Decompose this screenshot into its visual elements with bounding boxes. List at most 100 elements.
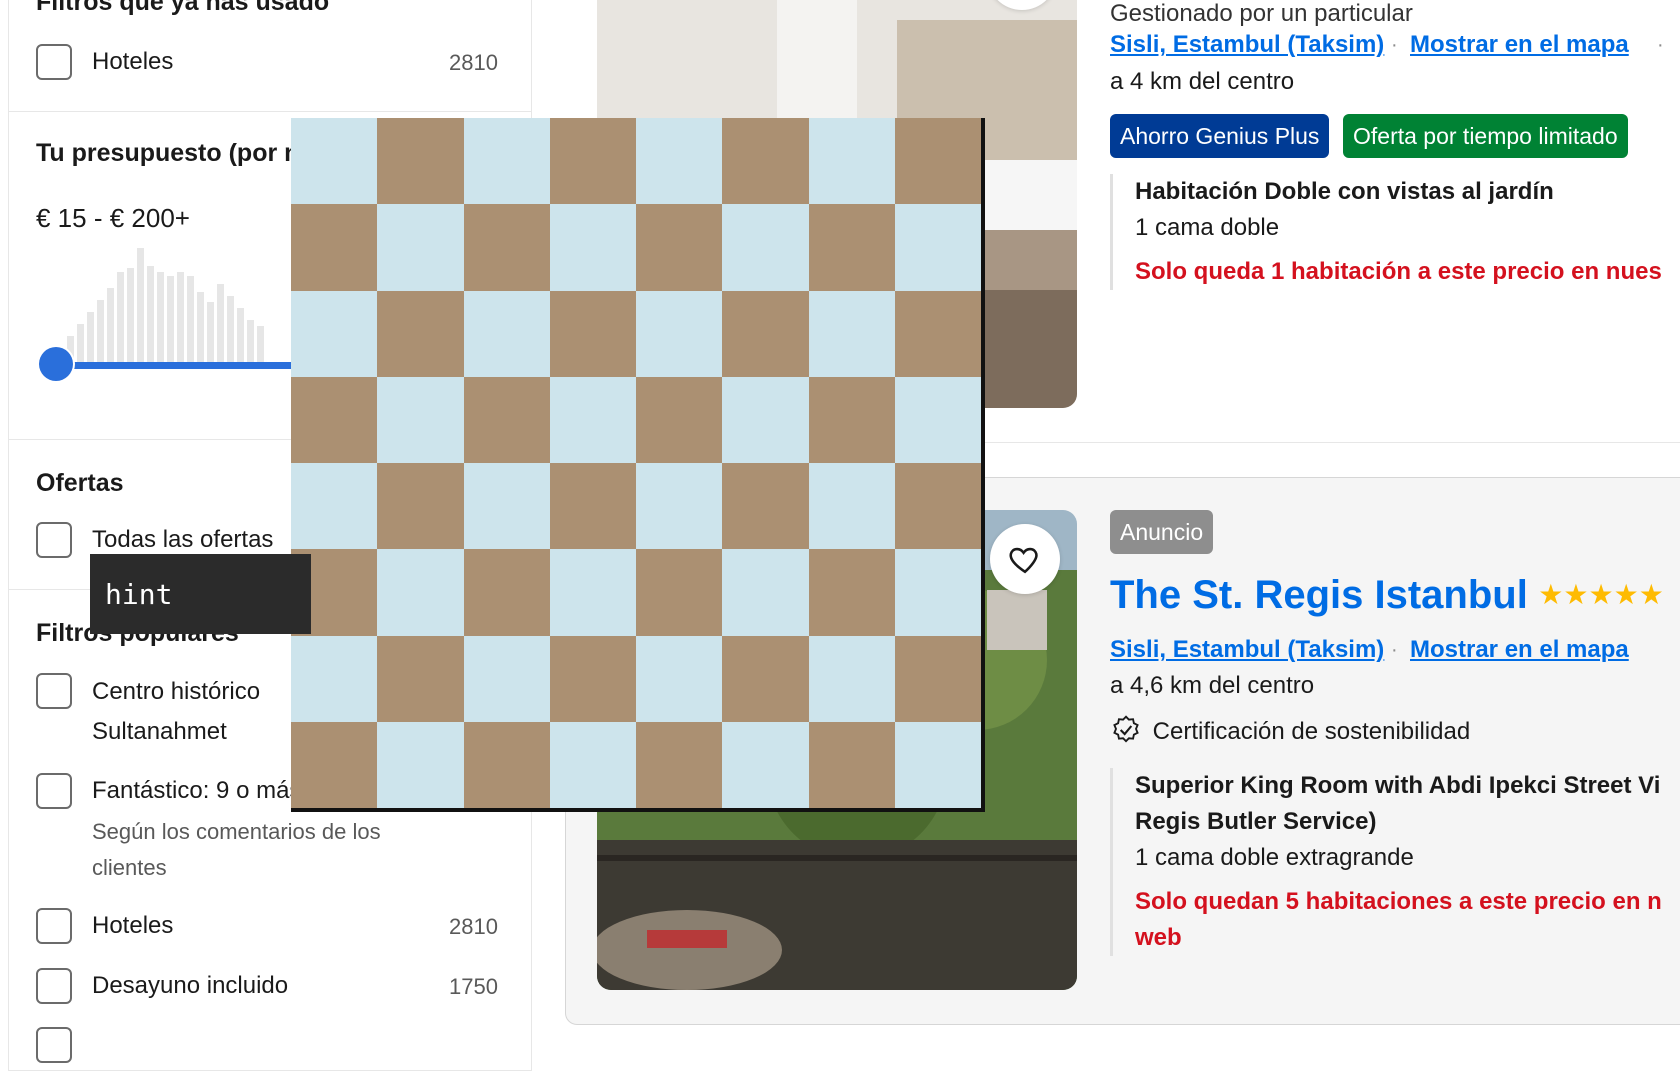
checker-cell (894, 204, 981, 291)
heart-icon (1009, 547, 1038, 574)
favorite-heart-button[interactable] (990, 524, 1060, 594)
histogram-bar (247, 320, 254, 362)
location-link[interactable]: Sisli, Estambul (Taksim) (1110, 636, 1384, 664)
checker-cell (808, 635, 895, 722)
checker-cell (808, 118, 895, 205)
room-title: Superior King Room with Abdi Ipekci Stre… (1135, 772, 1661, 799)
room-info: Superior King Room with Abdi Ipekci Stre… (1110, 768, 1662, 956)
filter-checkbox-all-offers[interactable] (36, 522, 72, 558)
histogram-bar (77, 324, 84, 362)
filter-checkbox-next[interactable] (36, 1027, 72, 1063)
distance-text: a 4 km del centro (1110, 68, 1295, 95)
separator-dot: · (1391, 34, 1398, 56)
used-filters-heading: Filtros que ya has usado (36, 0, 330, 16)
checker-cell (636, 290, 723, 377)
checker-cell (377, 376, 464, 463)
histogram-bar (227, 296, 234, 362)
checker-cell (636, 376, 723, 463)
checker-cell (377, 549, 464, 636)
histogram-bar (257, 326, 264, 362)
histogram-bar (97, 300, 104, 362)
checker-cell (291, 118, 378, 205)
checker-cell (894, 290, 981, 377)
separator-dot: · (1657, 34, 1664, 56)
used-filters-section: Filtros que ya has usado Hoteles 2810 (9, 0, 531, 112)
checker-cell (894, 376, 981, 463)
property-name-row: The St. Regis Istanbul ★★★★★ (1110, 573, 1664, 618)
histogram-bar (127, 268, 134, 362)
filter-count: 2810 (449, 50, 498, 75)
checker-cell (291, 463, 378, 550)
histogram-bar (87, 312, 94, 362)
checker-cell (549, 118, 636, 205)
checker-cell (291, 290, 378, 377)
checker-cell (894, 463, 981, 550)
show-on-map-link[interactable]: Mostrar en el mapa (1410, 636, 1629, 664)
histogram-bar (217, 284, 224, 362)
checker-cell (377, 290, 464, 377)
ad-label: Anuncio (1110, 510, 1214, 554)
checker-cell (549, 549, 636, 636)
filter-label: Desayuno incluido (92, 972, 289, 999)
checker-cell (549, 721, 636, 808)
filter-label: Hoteles (92, 48, 174, 75)
distance-text: a 4,6 km del centro (1110, 672, 1315, 699)
filter-checkbox-hoteles[interactable] (36, 908, 72, 944)
checker-cell (894, 549, 981, 636)
sustainability-badge-icon (1113, 715, 1139, 743)
filter-checkbox-hoteles-used[interactable] (36, 44, 72, 80)
checker-cell (463, 118, 550, 205)
checker-cell (549, 290, 636, 377)
property-name-link[interactable]: The St. Regis Istanbul (1110, 573, 1528, 617)
room-info: Habitación Doble con vistas al jardín 1 … (1110, 174, 1662, 290)
room-title: Habitación Doble con vistas al jardín (1135, 178, 1554, 205)
filter-checkbox-fantastic-9[interactable] (36, 773, 72, 809)
checker-cell (894, 118, 981, 205)
checker-cell (894, 721, 981, 808)
checker-cell (722, 549, 809, 636)
show-on-map-link[interactable]: Mostrar en el mapa (1410, 31, 1629, 59)
filter-label-line2: Sultanahmet (92, 718, 227, 745)
checker-cell (377, 721, 464, 808)
checker-cell (549, 463, 636, 550)
histogram-bar (237, 308, 244, 362)
checker-cell (377, 635, 464, 722)
checker-cell (291, 376, 378, 463)
checker-cell (291, 635, 378, 722)
checker-cell (463, 549, 550, 636)
checker-cell (894, 635, 981, 722)
checker-cell (377, 118, 464, 205)
checker-cell (463, 721, 550, 808)
histogram-bar (207, 302, 214, 362)
limited-offer-badge: Oferta por tiempo limitado (1343, 114, 1628, 158)
filter-description: Según los comentarios de los clientes (92, 819, 381, 880)
scarcity-message: Solo queda 1 habitación a este precio en… (1135, 258, 1662, 285)
checker-cell (549, 204, 636, 291)
location-link[interactable]: Sisli, Estambul (Taksim) (1110, 31, 1384, 59)
filter-count: 2810 (449, 914, 498, 939)
checker-cell (808, 721, 895, 808)
sustainability-row: Certificación de sostenibilidad (1110, 714, 1470, 746)
checker-cell (549, 376, 636, 463)
checker-cell (463, 290, 550, 377)
checker-cell (636, 118, 723, 205)
hint-tooltip: hint (90, 554, 311, 634)
genius-badge: Ahorro Genius Plus (1110, 114, 1330, 158)
checker-cell (808, 376, 895, 463)
checker-cell (636, 463, 723, 550)
filter-label: Hoteles (92, 912, 174, 939)
checker-cell (291, 204, 378, 291)
managed-by-text: Gestionado por un particular (1110, 0, 1413, 27)
histogram-bar (177, 272, 184, 362)
checker-cell (722, 376, 809, 463)
room-bed: 1 cama doble (1135, 214, 1280, 241)
room-bed: 1 cama doble extragrande (1135, 844, 1414, 871)
checker-cell (808, 204, 895, 291)
checker-cell (722, 463, 809, 550)
budget-slider-min-handle[interactable] (39, 347, 73, 381)
filter-label: Todas las ofertas (92, 526, 274, 553)
filter-checkbox-historic-center[interactable] (36, 673, 72, 709)
filter-label: Fantástico: 9 o más (92, 777, 302, 804)
filter-checkbox-breakfast[interactable] (36, 968, 72, 1004)
checker-cell (549, 635, 636, 722)
